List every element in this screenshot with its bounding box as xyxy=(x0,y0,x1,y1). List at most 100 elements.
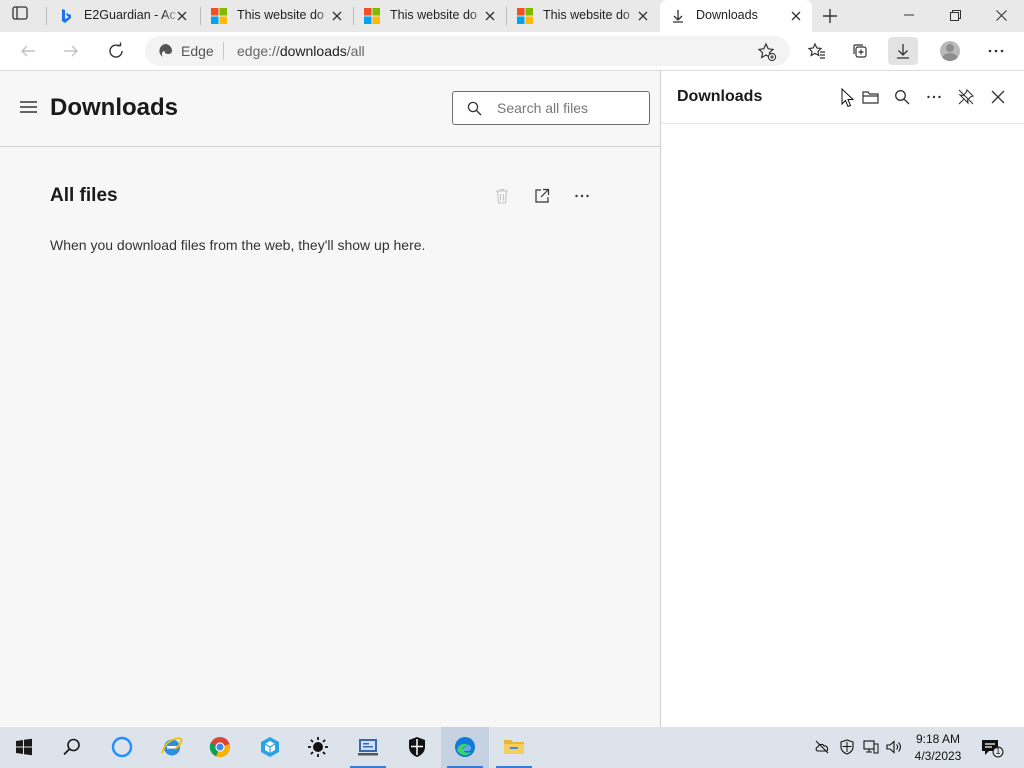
close-icon[interactable] xyxy=(329,8,345,24)
start-button[interactable] xyxy=(0,727,48,768)
taskbar-network-tool[interactable] xyxy=(344,727,392,768)
address-separator xyxy=(223,42,224,60)
taskbar-brightness-app[interactable] xyxy=(294,727,342,768)
taskbar-search-button[interactable] xyxy=(48,727,96,768)
restore-button[interactable] xyxy=(932,0,978,32)
plus-icon xyxy=(823,9,837,23)
action-center-button[interactable]: 1 xyxy=(980,738,1004,758)
empty-state-message: When you download files from the web, th… xyxy=(50,237,426,253)
forward-button[interactable] xyxy=(57,38,85,64)
system-clock[interactable]: 9:18 AM 4/3/2023 xyxy=(906,731,970,765)
delete-all-button[interactable] xyxy=(490,184,514,208)
flyout-more-button[interactable] xyxy=(922,85,946,109)
minimize-button[interactable] xyxy=(886,0,932,32)
chrome-icon xyxy=(209,737,230,758)
tab-title: This website do xyxy=(543,8,630,22)
close-icon[interactable] xyxy=(482,8,498,24)
internet-explorer-icon xyxy=(161,737,183,756)
tab-title: This website do xyxy=(237,8,324,22)
refresh-button[interactable] xyxy=(102,38,130,64)
windows-taskbar: 9:18 AM 4/3/2023 1 xyxy=(0,727,1024,768)
downloads-toolbar-button[interactable] xyxy=(888,37,918,65)
open-downloads-folder-button[interactable] xyxy=(530,184,554,208)
collections-button[interactable] xyxy=(845,37,875,65)
favorites-icon xyxy=(808,42,825,59)
edge-icon xyxy=(455,737,475,757)
search-icon xyxy=(467,101,482,116)
minimize-icon xyxy=(904,14,914,16)
browser-toolbar: Edge edge://downloads/all xyxy=(0,32,1024,71)
settings-more-button[interactable] xyxy=(981,37,1011,65)
refresh-icon xyxy=(109,42,123,58)
tab-website-3[interactable]: This website do xyxy=(507,0,659,32)
forward-arrow-icon xyxy=(64,45,78,57)
notification-count: 1 xyxy=(995,746,1001,756)
tab-title: This website do xyxy=(390,8,477,22)
close-icon[interactable] xyxy=(174,8,190,24)
sandbox-icon xyxy=(261,737,279,757)
close-flyout-button[interactable] xyxy=(986,85,1010,109)
menu-button[interactable] xyxy=(20,101,37,113)
site-label: Edge xyxy=(181,43,214,59)
taskbar-internet-explorer[interactable] xyxy=(148,727,196,768)
url-text: edge://downloads/all xyxy=(237,43,365,59)
start-icon xyxy=(16,738,32,756)
tab-website-2[interactable]: This website do xyxy=(354,0,506,32)
unpin-button[interactable] xyxy=(954,85,978,109)
search-files-box[interactable] xyxy=(452,91,650,125)
onedrive-offline-icon[interactable] xyxy=(814,739,830,755)
tab-title: E2Guardian - Ac xyxy=(84,8,176,22)
tab-separator xyxy=(46,7,47,25)
edge-icon xyxy=(159,44,172,57)
collections-icon xyxy=(853,44,867,58)
cortana-icon xyxy=(111,736,133,758)
tab-actions-icon xyxy=(12,6,28,20)
close-icon[interactable] xyxy=(788,8,804,24)
close-icon[interactable] xyxy=(635,8,651,24)
bing-icon xyxy=(62,9,71,23)
add-favorite-icon[interactable] xyxy=(757,42,777,62)
search-icon xyxy=(895,90,910,105)
header-divider xyxy=(0,146,660,147)
tab-strip: E2Guardian - Ac This website do This web… xyxy=(0,0,1024,33)
back-arrow-icon xyxy=(21,45,35,57)
close-icon xyxy=(991,90,1005,104)
tab-actions-button[interactable] xyxy=(12,6,36,26)
search-input[interactable] xyxy=(497,99,643,117)
folder-icon xyxy=(862,91,879,104)
defender-tray-icon[interactable] xyxy=(839,739,855,755)
back-button[interactable] xyxy=(14,38,42,64)
download-icon xyxy=(897,44,909,59)
profile-avatar[interactable] xyxy=(940,41,960,61)
more-dots-icon xyxy=(988,49,1004,53)
cortana-button[interactable] xyxy=(98,727,146,768)
taskbar-chrome[interactable] xyxy=(196,727,244,768)
volume-icon[interactable] xyxy=(886,739,902,755)
network-icon[interactable] xyxy=(863,739,879,755)
more-options-button[interactable] xyxy=(570,184,594,208)
taskbar-sandbox[interactable] xyxy=(246,727,294,768)
security-shield-icon xyxy=(409,737,425,757)
brightness-icon xyxy=(308,737,328,757)
close-icon xyxy=(996,10,1007,21)
clock-time: 9:18 AM xyxy=(915,732,961,746)
page-title: Downloads xyxy=(50,94,179,121)
open-folder-button[interactable] xyxy=(858,85,882,109)
taskbar-file-explorer[interactable] xyxy=(490,727,538,768)
more-dots-icon xyxy=(927,95,941,99)
taskbar-windows-security[interactable] xyxy=(393,727,441,768)
taskbar-edge[interactable] xyxy=(441,727,489,768)
search-downloads-button[interactable] xyxy=(890,85,914,109)
flyout-title: Downloads xyxy=(677,88,763,105)
file-explorer-icon xyxy=(504,740,524,754)
microsoft-logo-icon xyxy=(211,8,227,24)
downloads-page: Downloads All files When you download fi… xyxy=(0,71,660,727)
address-bar[interactable]: Edge edge://downloads/all xyxy=(145,36,790,66)
new-tab-button[interactable] xyxy=(820,6,840,26)
tab-e2guardian[interactable]: E2Guardian - Ac xyxy=(48,0,200,32)
close-window-button[interactable] xyxy=(978,0,1024,32)
tab-downloads[interactable]: Downloads xyxy=(660,0,812,33)
favorites-button[interactable] xyxy=(802,37,832,65)
hamburger-icon xyxy=(20,101,37,113)
tab-website-1[interactable]: This website do xyxy=(201,0,353,32)
